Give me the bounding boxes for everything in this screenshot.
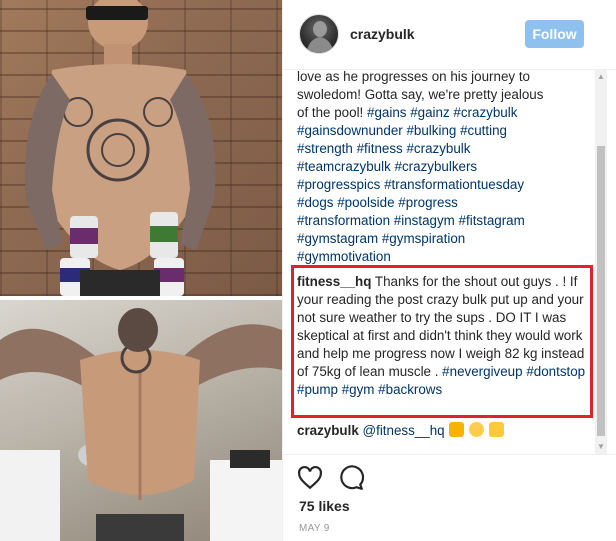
- hashtag-link[interactable]: #gym: [342, 382, 375, 397]
- hashtag-link[interactable]: #instagym: [394, 213, 455, 228]
- speech-bubble-icon[interactable]: [338, 465, 364, 491]
- mention-link[interactable]: @fitness__hq: [363, 423, 445, 438]
- likes-count[interactable]: 75 likes: [299, 498, 350, 514]
- hashtag-link[interactable]: #bulking: [406, 123, 456, 138]
- hashtag-link[interactable]: #crazybulkers: [395, 159, 478, 174]
- hashtag-link[interactable]: #progress: [398, 195, 458, 210]
- hashtag-link[interactable]: #backrows: [378, 382, 442, 397]
- man-front-figure: [25, 0, 216, 296]
- hashtag-link[interactable]: #fitness: [357, 141, 403, 156]
- comment-username[interactable]: crazybulk: [297, 423, 359, 438]
- post-image[interactable]: [0, 0, 282, 541]
- hashtag-link[interactable]: #teamcrazybulk: [297, 159, 391, 174]
- comment-username[interactable]: fitness__hq: [297, 274, 371, 289]
- follow-button[interactable]: Follow: [525, 20, 584, 48]
- hashtag-link[interactable]: #crazybulk: [453, 105, 517, 120]
- hashtag-link[interactable]: #gymmotivation: [297, 249, 391, 264]
- comment-fitness-hq: fitness__hq Thanks for the shout out guy…: [297, 273, 591, 399]
- hashtag-link[interactable]: #gainz: [410, 105, 449, 120]
- hashtag-link[interactable]: #dontstop: [526, 364, 585, 379]
- man-back-figure: [0, 308, 282, 541]
- scroll-down-arrow-icon[interactable]: ▼: [595, 442, 607, 452]
- hashtag-link[interactable]: #strength: [297, 141, 353, 156]
- avatar[interactable]: [299, 14, 339, 54]
- ok-hand-emoji: [469, 422, 485, 437]
- hashtag-link[interactable]: #gymspiration: [382, 231, 465, 246]
- hashtag-link[interactable]: #progresspics: [297, 177, 380, 192]
- post-date: MAY 9: [299, 523, 330, 534]
- comments-scrollbar[interactable]: ▲ ▼: [595, 70, 607, 454]
- hashtag-link[interactable]: #crazybulk: [406, 141, 470, 156]
- hashtag-link[interactable]: #gains: [367, 105, 406, 120]
- caption-line: of the pool!: [297, 105, 364, 120]
- flexed-biceps-emoji: [488, 422, 504, 437]
- post-header: crazybulk Follow: [283, 0, 616, 70]
- hashtag-link[interactable]: #nevergiveup: [442, 364, 522, 379]
- hashtag-link[interactable]: #cutting: [460, 123, 507, 138]
- hashtag-link[interactable]: #gymstagram: [297, 231, 378, 246]
- photo-back-pose: [0, 300, 282, 541]
- comment-crazybulk-reply: crazybulk @fitness__hq: [297, 422, 591, 440]
- hashtag-link[interactable]: #dogs: [297, 195, 333, 210]
- hashtag-link[interactable]: #transformationtuesday: [384, 177, 524, 192]
- profile-photo: [306, 21, 334, 53]
- scroll-up-arrow-icon[interactable]: ▲: [595, 72, 607, 82]
- post-caption: love as he progresses on his journey to …: [297, 70, 597, 266]
- caption-line: swoledom! Gotta say, we're pretty jealou…: [297, 87, 544, 102]
- post-details-panel: crazybulk Follow love as he progresses o…: [282, 0, 616, 541]
- comments-section: love as he progresses on his journey to …: [283, 70, 601, 454]
- hashtag-link[interactable]: #pump: [297, 382, 338, 397]
- hashtag-link[interactable]: #fitstagram: [459, 213, 525, 228]
- raising-hands-emoji: [449, 422, 465, 437]
- hashtag-link[interactable]: #poolside: [337, 195, 394, 210]
- hashtag-link[interactable]: #gainsdownunder: [297, 123, 403, 138]
- scroll-thumb[interactable]: [597, 146, 605, 436]
- photo-front-pose: [0, 0, 282, 296]
- hashtag-link[interactable]: #transformation: [297, 213, 390, 228]
- caption-line: love as he progresses on his journey to: [297, 70, 530, 84]
- heart-icon[interactable]: [297, 465, 323, 491]
- header-username[interactable]: crazybulk: [350, 26, 415, 42]
- post-actions: 75 likes MAY 9: [283, 454, 616, 541]
